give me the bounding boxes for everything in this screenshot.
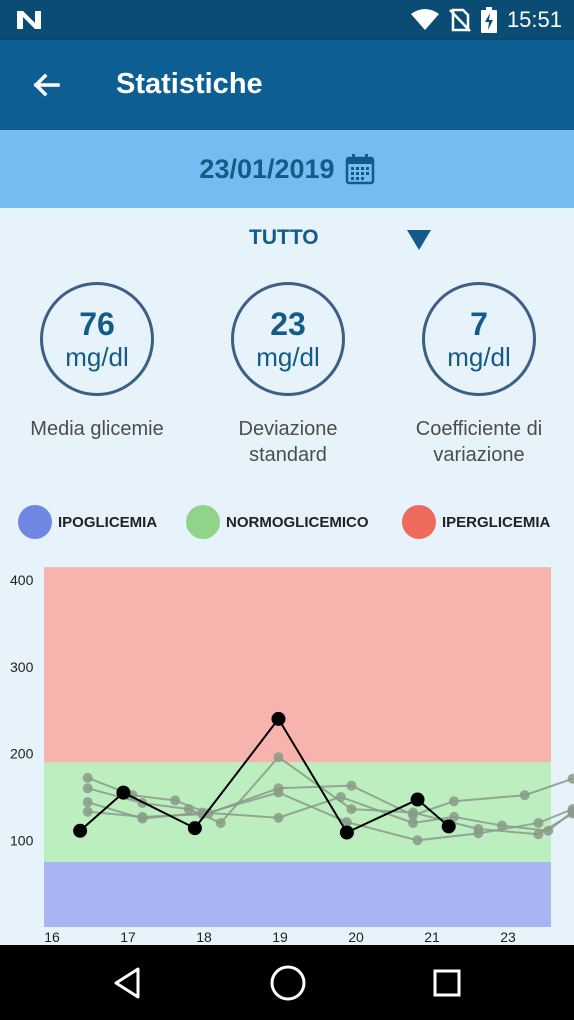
background-series-point xyxy=(273,787,284,798)
legend-item-hypoglycemia: IPOGLICEMIA xyxy=(18,505,157,539)
date-selector[interactable]: 23/01/2019 xyxy=(0,130,574,208)
filter-dropdown[interactable]: TUTTO xyxy=(0,222,574,258)
band-iperglicemia xyxy=(44,567,551,763)
no-sim-icon xyxy=(449,8,471,32)
background-series-point xyxy=(215,817,226,828)
background-series-point xyxy=(82,806,93,817)
x-tick-label: 16 xyxy=(44,929,60,945)
stat-value: 76 xyxy=(79,306,115,342)
background-series-point xyxy=(543,825,554,836)
x-tick-label: 21 xyxy=(424,929,440,945)
legend-dot xyxy=(402,505,436,539)
arrow-left-icon[interactable] xyxy=(26,66,66,106)
legend-label: NORMOGLICEMICO xyxy=(226,513,369,531)
stat-mean: 76 mg/dl Media glicemie xyxy=(2,282,192,442)
main-series-point xyxy=(271,711,286,726)
recents-square-icon[interactable] xyxy=(427,963,467,1003)
app-bar: Statistiche xyxy=(0,40,574,130)
background-series-point xyxy=(273,812,284,823)
background-series-point xyxy=(170,795,181,806)
background-series-point xyxy=(82,783,93,794)
legend-item-hyperglycemia: IPERGLICEMIA xyxy=(402,505,550,539)
x-tick-label: 19 xyxy=(272,929,288,945)
legend-dot xyxy=(186,505,220,539)
stat-caption-line: Media glicemie xyxy=(30,418,164,440)
background-series-point xyxy=(408,807,418,818)
glucose-chart: 100 200 300 400 16 17 18 19 20 21 23 xyxy=(10,567,574,945)
page-title: Statistiche xyxy=(116,68,263,100)
legend-item-normoglycemic: NORMOGLICEMICO xyxy=(186,505,369,539)
band-ipoglicemia xyxy=(44,861,551,927)
back-triangle-icon[interactable] xyxy=(108,963,148,1003)
n-notification-icon xyxy=(17,11,41,29)
stat-caption-line: Deviazione xyxy=(238,418,338,440)
background-series-point xyxy=(412,835,423,846)
background-series-point xyxy=(137,811,148,822)
background-series-point xyxy=(449,796,460,807)
background-series-point xyxy=(567,773,574,784)
legend-label: IPERGLICEMIA xyxy=(442,513,551,531)
stat-circle: 23 mg/dl xyxy=(231,282,345,396)
main-series-point xyxy=(73,823,88,838)
stat-circle: 7 mg/dl xyxy=(422,282,536,396)
stat-unit: mg/dl xyxy=(256,342,320,372)
background-series-point xyxy=(346,804,357,815)
status-icons: 15:51 xyxy=(410,6,562,34)
battery-charging-icon xyxy=(480,7,497,33)
navigation-bar xyxy=(0,945,574,1020)
stat-coefficient-of-variation: 7 mg/dl Coefficiente di variazione xyxy=(384,282,574,468)
x-tick-label: 20 xyxy=(348,929,364,945)
stat-caption: Deviazione standard xyxy=(193,416,383,468)
legend-dot xyxy=(18,505,52,539)
background-series-point xyxy=(82,797,93,808)
stat-caption-line: standard xyxy=(249,444,327,466)
main-series-point xyxy=(339,825,354,840)
date-text[interactable]: 23/01/2019 xyxy=(199,154,334,185)
dropdown-triangle-icon[interactable] xyxy=(406,228,432,252)
x-tick-label: 18 xyxy=(196,929,212,945)
y-tick-label: 300 xyxy=(10,659,34,675)
main-series-point xyxy=(410,792,425,807)
stat-circle: 76 mg/dl xyxy=(40,282,154,396)
legend-label: IPOGLICEMIA xyxy=(58,513,158,531)
y-tick-label: 100 xyxy=(10,832,34,848)
background-series-point xyxy=(533,817,544,828)
x-tick-label: 17 xyxy=(120,929,136,945)
background-series-point xyxy=(519,790,530,801)
background-series-point xyxy=(408,817,418,828)
stat-unit: mg/dl xyxy=(447,342,511,372)
main-series-point xyxy=(441,819,456,834)
y-tick-label: 200 xyxy=(10,746,34,762)
background-series-point xyxy=(273,752,284,763)
stat-value: 7 xyxy=(470,306,488,342)
status-bar: 15:51 xyxy=(0,0,574,40)
stat-caption-line: variazione xyxy=(433,444,525,466)
main-series-point xyxy=(187,821,202,836)
stat-caption: Coefficiente di variazione xyxy=(384,416,574,468)
stat-caption-line: Coefficiente di xyxy=(415,418,543,440)
home-circle-icon[interactable] xyxy=(268,963,308,1003)
status-time: 15:51 xyxy=(506,7,562,32)
calendar-icon[interactable] xyxy=(345,153,375,185)
y-tick-label: 400 xyxy=(10,572,34,588)
stat-caption: Media glicemie xyxy=(2,416,192,442)
main-series-point xyxy=(116,785,131,800)
background-series-point xyxy=(82,772,93,783)
background-series-point xyxy=(335,791,346,802)
wifi-icon xyxy=(410,9,439,30)
stat-value: 23 xyxy=(270,306,306,342)
filter-selected-value[interactable]: TUTTO xyxy=(249,226,319,250)
stat-standard-deviation: 23 mg/dl Deviazione standard xyxy=(193,282,383,468)
chart-legend: IPOGLICEMIA NORMOGLICEMICO IPERGLICEMIA xyxy=(0,505,574,541)
background-series-point xyxy=(473,828,484,839)
x-tick-label: 23 xyxy=(500,929,516,945)
background-series-point xyxy=(346,780,357,791)
stat-unit: mg/dl xyxy=(65,342,129,372)
